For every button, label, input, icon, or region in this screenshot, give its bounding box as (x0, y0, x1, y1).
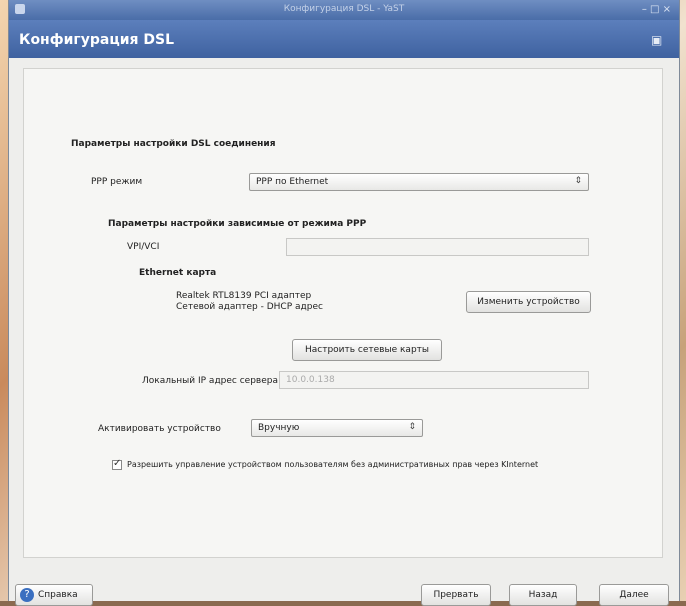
dialog-header: Конфигурация DSL ▣ (9, 20, 679, 58)
dialog-window: Конфигурация DSL - YaST – □ × Конфигурац… (8, 0, 680, 606)
vpi-vci-label: VPI/VCI (127, 242, 160, 252)
ethernet-card-label: Ethernet карта (139, 268, 217, 278)
section-title: Параметры настройки DSL соединения (71, 139, 276, 149)
ppp-subsection-title: Параметры настройки зависимые от режима … (108, 219, 367, 229)
activate-label: Активировать устройство (98, 424, 221, 434)
ip-label: Локальный IP адрес сервера (142, 376, 278, 386)
activate-select[interactable]: Вручную ⇕ (251, 419, 423, 437)
help-button[interactable]: ? Справка (15, 584, 93, 606)
ppp-mode-select[interactable]: PPP по Ethernet ⇕ (249, 173, 589, 191)
page-title: Конфигурация DSL (19, 32, 175, 48)
title-bar[interactable]: Конфигурация DSL - YaST – □ × (9, 0, 679, 20)
network-icon: ▣ (651, 33, 663, 47)
help-button-label: Справка (38, 590, 78, 600)
ip-input[interactable]: 10.0.0.138 (279, 371, 589, 389)
allow-users-label: Разрешить управление устройством пользов… (127, 460, 539, 469)
ethernet-card-line1: Realtek RTL8139 PCI адаптер (176, 291, 312, 301)
activate-value: Вручную (258, 423, 300, 433)
window-controls[interactable]: – □ × (642, 4, 671, 15)
combo-arrow-icon: ⇕ (574, 176, 582, 186)
back-button[interactable]: Назад (509, 584, 577, 606)
help-icon: ? (20, 587, 34, 602)
window-title: Конфигурация DSL - YaST (283, 4, 405, 14)
ppp-mode-value: PPP по Ethernet (256, 177, 329, 187)
configure-network-button[interactable]: Настроить сетевые карты (292, 339, 442, 361)
allow-users-checkbox[interactable] (112, 458, 122, 470)
ppp-mode-label: PPP режим (91, 177, 143, 187)
settings-panel: Параметры настройки DSL соединения PPP р… (23, 68, 663, 558)
combo-arrow-icon: ⇕ (408, 422, 416, 432)
ip-value: 10.0.0.138 (286, 375, 335, 385)
next-button[interactable]: Далее (599, 584, 669, 606)
cancel-button[interactable]: Прервать (421, 584, 491, 606)
change-device-button[interactable]: Изменить устройство (466, 291, 591, 313)
ethernet-card-line2: Сетевой адаптер - DHCP адрес (176, 302, 323, 312)
vpi-vci-input[interactable] (286, 238, 589, 256)
button-bar: ? Справка Прервать Назад Далее (9, 566, 679, 606)
